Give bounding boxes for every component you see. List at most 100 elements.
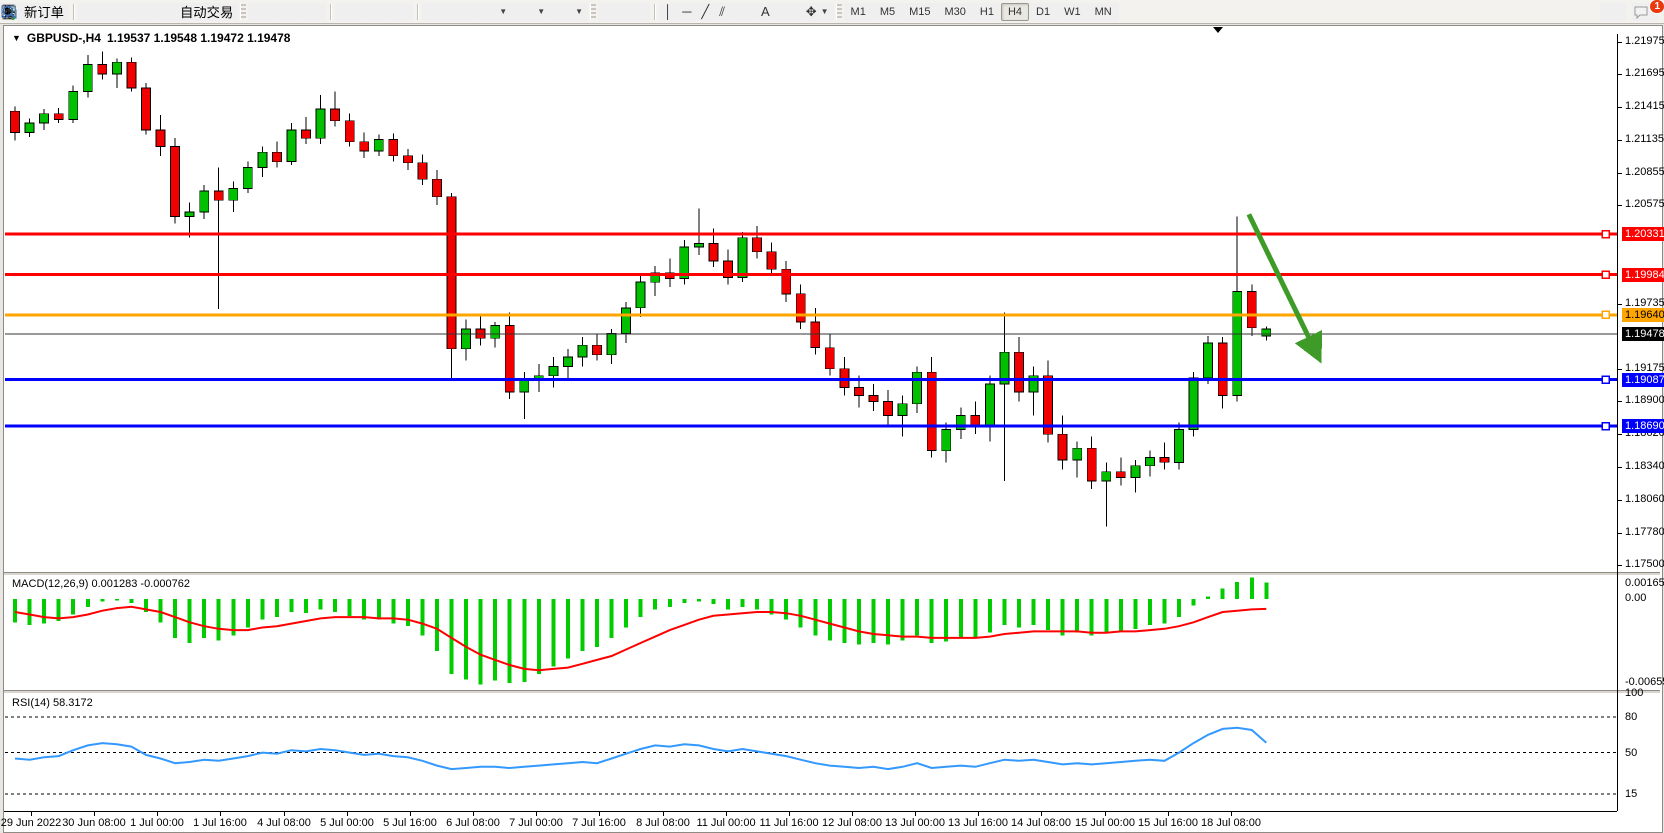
macd-panel-canvas[interactable] [5, 574, 1617, 692]
candlestick-chart-button[interactable] [274, 3, 300, 21]
arrows-tool-icon: ✥ [806, 5, 817, 18]
timeframe-m30[interactable]: M30 [938, 3, 973, 21]
price-tick [1618, 173, 1622, 174]
time-tick-label: 8 Jul 08:00 [636, 817, 690, 829]
bar-chart-button[interactable] [248, 3, 274, 21]
toolbar-drag-handle[interactable] [590, 4, 596, 20]
time-tick-label: 6 Jul 08:00 [446, 817, 500, 829]
price-tick [1618, 42, 1622, 43]
signals-button[interactable] [130, 3, 156, 21]
timeframe-m1[interactable]: M1 [844, 3, 873, 21]
time-tick [347, 812, 348, 816]
line-chart-button[interactable] [300, 3, 326, 21]
symbol-period-label: GBPUSD-,H4 [27, 31, 101, 45]
macd-axis-zero: 0.00 [1625, 592, 1646, 604]
dropdown-arrow-icon: ▼ [575, 7, 583, 16]
auto-trading-icon [161, 4, 177, 20]
quotes-icon [83, 4, 99, 20]
templates-button[interactable]: ▼ [550, 3, 588, 21]
time-tick [31, 812, 32, 816]
rsi-axis-label: 50 [1625, 747, 1637, 759]
timeframe-h1[interactable]: H1 [973, 3, 1001, 21]
price-line-label: 1.19478 [1622, 327, 1664, 341]
price-tick-label: 1.20855 [1625, 166, 1664, 178]
text-tool-button[interactable]: A [756, 3, 775, 21]
price-tick-label: 1.21975 [1625, 35, 1664, 47]
search-icon [1605, 4, 1621, 20]
horizontal-line-icon: ─ [682, 5, 691, 18]
rsi-line [15, 728, 1266, 769]
time-tick-label: 1 Jul 16:00 [193, 817, 247, 829]
time-tick-label: 7 Jul 00:00 [509, 817, 563, 829]
time-tick-label: 13 Jul 00:00 [885, 817, 945, 829]
timeframe-m5[interactable]: M5 [873, 3, 902, 21]
zoom-out-button[interactable] [361, 3, 387, 21]
channel-tool-button[interactable]: ⫽ [714, 3, 730, 21]
time-tick [220, 812, 221, 816]
toolbar-drag-handle[interactable] [240, 4, 246, 20]
charts-button[interactable] [104, 3, 130, 21]
price-tick [1618, 500, 1622, 501]
toolbar-separator [417, 4, 418, 20]
fibonacci-icon: F [735, 4, 751, 20]
price-tick-label: 1.17500 [1625, 558, 1664, 570]
macd-axis-max: 0.001656 [1625, 577, 1664, 589]
label-tool-button[interactable]: T [775, 3, 801, 21]
auto-trading-label: 自动交易 [180, 2, 233, 21]
tile-windows-button[interactable] [387, 3, 413, 21]
cursor-tool-button[interactable] [598, 3, 624, 21]
time-tick-label: 4 Jul 08:00 [257, 817, 311, 829]
search-button[interactable] [1600, 3, 1626, 21]
price-line-label: 1.20331 [1622, 227, 1664, 241]
rsi-axis-label: 15 [1625, 788, 1637, 800]
time-tick-label: 7 Jul 16:00 [572, 817, 626, 829]
crosshair-tool-button[interactable] [624, 3, 650, 21]
price-tick [1618, 369, 1622, 370]
vertical-line-icon: │ [664, 5, 672, 18]
trendline-tool-button[interactable]: ╱ [696, 3, 714, 21]
time-tick-label: 29 Jun 2022 [1, 817, 62, 829]
periods-button[interactable]: ▼ [512, 3, 550, 21]
price-tick [1618, 401, 1622, 402]
zoom-in-button[interactable] [335, 3, 361, 21]
text-label-icon: T [780, 4, 796, 20]
symbol-dropdown-icon[interactable]: ▼ [12, 33, 21, 43]
timeframe-mn[interactable]: MN [1088, 3, 1119, 21]
time-tick [1168, 812, 1169, 816]
signal-icon [135, 4, 151, 20]
price-line-label: 1.19984 [1622, 268, 1664, 282]
price-line-label: 1.18690 [1622, 419, 1664, 433]
timeframe-d1[interactable]: D1 [1029, 3, 1057, 21]
bar-chart-icon [253, 4, 269, 20]
price-line-label: 1.19087 [1622, 373, 1664, 387]
price-tick [1618, 533, 1622, 534]
cascade-charts-button[interactable] [448, 3, 474, 21]
text-icon: A [761, 5, 770, 18]
fibonacci-tool-button[interactable]: F [730, 3, 756, 21]
time-tick-label: 15 Jul 00:00 [1075, 817, 1135, 829]
vline-tool-button[interactable]: │ [659, 3, 677, 21]
arrange-charts-button[interactable] [422, 3, 448, 21]
toolbar-drag-handle[interactable] [836, 4, 842, 20]
notification-badge: 1 [1649, 0, 1664, 14]
hline-tool-button[interactable]: ─ [677, 3, 696, 21]
price-tick [1618, 74, 1622, 75]
rsi-axis-label: 100 [1625, 687, 1643, 699]
rsi-panel-canvas[interactable] [5, 694, 1617, 809]
timeframe-w1[interactable]: W1 [1057, 3, 1088, 21]
price-chart-canvas[interactable] [5, 34, 1617, 572]
chart-shift-marker[interactable] [1213, 27, 1223, 33]
price-tick-label: 1.21135 [1625, 133, 1664, 145]
zoom-in-icon [340, 4, 356, 20]
price-tick-label: 1.18060 [1625, 493, 1664, 505]
auto-trading-button[interactable]: 自动交易 [156, 3, 238, 21]
market-watch-button[interactable] [78, 3, 104, 21]
toolbar-separator [73, 4, 74, 20]
timeframe-h4[interactable]: H4 [1001, 3, 1029, 21]
rsi-axis-label: 80 [1625, 711, 1637, 723]
new-chart-button[interactable]: ▼ [474, 3, 512, 21]
chart-window: ▼ GBPUSD-,H4 1.19537 1.19548 1.19472 1.1… [3, 25, 1663, 833]
timeframe-m15[interactable]: M15 [902, 3, 937, 21]
arrows-tool-button[interactable]: ✥▼ [801, 3, 834, 21]
price-tick [1618, 565, 1622, 566]
